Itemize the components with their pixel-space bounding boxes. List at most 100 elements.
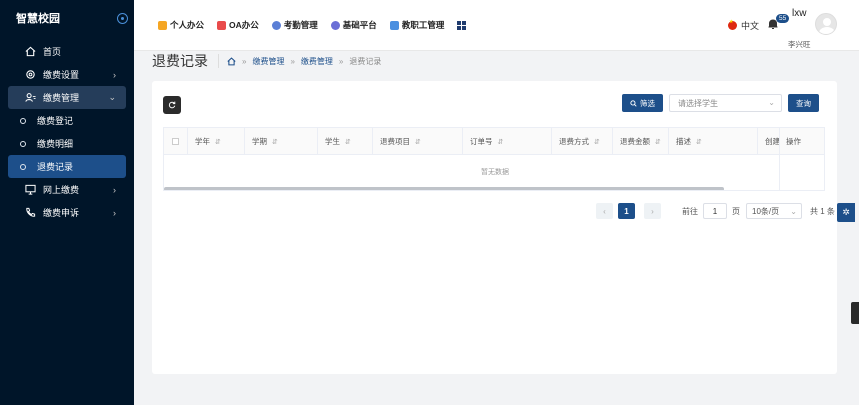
topnav-oa-office[interactable]: OA办公 bbox=[217, 19, 259, 31]
chevron-down-icon: ⌄ bbox=[790, 206, 797, 216]
user-real-name: 李兴旺 bbox=[788, 40, 811, 49]
chevron-down-icon: ⌄ bbox=[768, 98, 775, 107]
topnav-attendance[interactable]: 考勤管理 bbox=[271, 19, 318, 31]
page-unit-label: 页 bbox=[732, 206, 740, 216]
user-list-icon bbox=[24, 92, 36, 104]
sort-icon[interactable]: ⇵ bbox=[655, 138, 661, 146]
home-icon[interactable] bbox=[227, 56, 236, 66]
filter-button[interactable]: 筛选 bbox=[622, 94, 663, 112]
phone-icon bbox=[24, 207, 36, 219]
horizontal-scrollbar[interactable] bbox=[164, 187, 724, 190]
sidebar-subitem-label: 退费记录 bbox=[37, 162, 74, 172]
search-icon bbox=[630, 99, 637, 107]
page-title: 退费记录 bbox=[152, 53, 208, 69]
page-size-value: 10条/页 bbox=[752, 206, 780, 216]
monitor-icon bbox=[24, 184, 36, 196]
app-grid-icon[interactable] bbox=[457, 20, 467, 30]
breadcrumb-separator: » bbox=[338, 56, 344, 66]
sidebar-item-fee-settings[interactable]: 缴费设置 › bbox=[8, 63, 126, 86]
sidebar-item-fee-management[interactable]: 缴费管理 ⌄ bbox=[8, 86, 126, 109]
platform-icon bbox=[330, 20, 340, 30]
column-header-student[interactable]: 学生 ⇵ bbox=[318, 128, 373, 155]
select-all-checkbox-cell bbox=[164, 128, 188, 155]
refund-table: 学年 ⇵ 学期 ⇵ 学生 ⇵ 退费项目 ⇵ 订单号 ⇵ 退费方式 ⇵ 退费金额 ⇵ 描述 ⇵ bbox=[163, 127, 825, 191]
goto-page-input[interactable]: 1 bbox=[703, 203, 727, 219]
student-select-placeholder: 请选择学生 bbox=[678, 98, 718, 108]
column-header-refund-method[interactable]: 退费方式 ⇵ bbox=[552, 128, 613, 155]
topnav-label: 教职工管理 bbox=[401, 20, 445, 30]
side-drawer-handle[interactable] bbox=[851, 302, 859, 324]
breadcrumb-current: 退费记录 bbox=[349, 56, 382, 66]
avatar[interactable] bbox=[815, 13, 837, 35]
china-flag-icon bbox=[728, 19, 737, 30]
sidebar-item-label: 缴费管理 bbox=[43, 93, 80, 103]
sort-icon[interactable]: ⇵ bbox=[696, 138, 702, 146]
sidebar-item-online-payment[interactable]: 网上缴费 › bbox=[8, 178, 126, 201]
sort-icon[interactable]: ⇵ bbox=[345, 138, 351, 146]
sidebar-subitem-refund-records[interactable]: 退费记录 bbox=[8, 155, 126, 178]
chevron-down-icon: ⌄ bbox=[108, 92, 116, 102]
refresh-button[interactable] bbox=[163, 96, 181, 114]
topnav-label: 基础平台 bbox=[342, 20, 377, 30]
content-card: 筛选 请选择学生 ⌄ 查询 学年 ⇵ 学期 ⇵ 学生 ⇵ 退费项目 ⇵ 订单号 ⇵ bbox=[152, 81, 837, 374]
actions-column: 操作 bbox=[779, 128, 824, 190]
column-header-refund-item[interactable]: 退费项目 ⇵ bbox=[373, 128, 463, 155]
notification-badge: 55 bbox=[776, 14, 790, 23]
oa-icon bbox=[217, 20, 227, 30]
collapse-icon[interactable] bbox=[117, 12, 128, 24]
chevron-right-icon: › bbox=[113, 69, 116, 80]
chevron-right-icon: › bbox=[113, 207, 116, 218]
column-header-description[interactable]: 描述 ⇵ bbox=[669, 128, 758, 155]
page-size-select[interactable]: 10条/页 ⌄ bbox=[746, 203, 802, 219]
divider bbox=[218, 54, 219, 68]
column-header-refund-amount[interactable]: 退费金额 ⇵ bbox=[613, 128, 669, 155]
sort-icon[interactable]: ⇵ bbox=[415, 138, 421, 146]
bullet-icon bbox=[20, 163, 26, 170]
sidebar-subitem-fee-register[interactable]: 缴费登记 bbox=[8, 109, 126, 132]
settings-button[interactable]: ✲ bbox=[837, 203, 855, 222]
topnav-base-platform[interactable]: 基础平台 bbox=[330, 19, 377, 31]
chevron-right-icon: › bbox=[113, 184, 116, 195]
topbar: 个人办公 OA办公 考勤管理 基础平台 教职工管理 中文 55 lxw 李兴旺 bbox=[134, 0, 859, 51]
column-header-order-no[interactable]: 订单号 ⇵ bbox=[463, 128, 552, 155]
breadcrumb-separator: » bbox=[290, 56, 295, 66]
query-label: 查询 bbox=[796, 98, 811, 108]
page-number-button[interactable]: 1 bbox=[618, 203, 635, 219]
sort-icon[interactable]: ⇵ bbox=[594, 138, 600, 146]
sort-icon[interactable]: ⇵ bbox=[272, 138, 278, 146]
page-header: 退费记录 » 缴费管理 » 缴费管理 » 退费记录 bbox=[152, 52, 381, 70]
query-button[interactable]: 查询 bbox=[788, 94, 819, 112]
breadcrumb-link[interactable]: 缴费管理 bbox=[301, 56, 333, 67]
column-header-actions: 操作 bbox=[780, 128, 824, 155]
prev-page-button[interactable]: ‹ bbox=[596, 203, 613, 219]
sort-icon[interactable]: ⇵ bbox=[498, 138, 504, 146]
column-header-year[interactable]: 学年 ⇵ bbox=[188, 128, 245, 155]
sidebar-item-home[interactable]: 首页 bbox=[8, 40, 126, 63]
filter-label: 筛选 bbox=[640, 98, 655, 108]
home-icon bbox=[24, 46, 36, 58]
attendance-icon bbox=[271, 20, 281, 30]
topnav-staff-management[interactable]: 教职工管理 bbox=[389, 19, 445, 31]
gear-icon bbox=[24, 69, 36, 81]
select-all-checkbox[interactable] bbox=[172, 138, 179, 145]
sort-icon[interactable]: ⇵ bbox=[215, 138, 221, 146]
sidebar-subitem-label: 缴费明细 bbox=[37, 139, 74, 149]
sidebar-subitem-fee-details[interactable]: 缴费明细 bbox=[8, 132, 126, 155]
topnav-label: 个人办公 bbox=[170, 20, 205, 30]
top-navigation: 个人办公 OA办公 考勤管理 基础平台 教职工管理 bbox=[158, 19, 467, 31]
next-page-button[interactable]: › bbox=[644, 203, 661, 219]
sidebar-menu: 首页 缴费设置 › 缴费管理 ⌄ 缴费登记 缴费明细 退费记录 网上缴费 › 缴… bbox=[0, 40, 134, 224]
total-count: 共 1 条 bbox=[810, 206, 835, 216]
language-label: 中文 bbox=[741, 21, 760, 31]
topnav-label: OA办公 bbox=[229, 20, 259, 30]
language-switch[interactable]: 中文 bbox=[728, 19, 759, 32]
student-select[interactable]: 请选择学生 ⌄ bbox=[669, 94, 782, 112]
bullet-icon bbox=[20, 117, 26, 124]
column-header-term[interactable]: 学期 ⇵ bbox=[245, 128, 318, 155]
topnav-personal-office[interactable]: 个人办公 bbox=[158, 19, 204, 31]
sidebar-item-fee-appeal[interactable]: 缴费申诉 › bbox=[8, 201, 126, 224]
empty-placeholder: 暂无数据 bbox=[481, 168, 509, 176]
breadcrumb-separator: » bbox=[242, 56, 247, 66]
breadcrumb-link[interactable]: 缴费管理 bbox=[252, 56, 284, 67]
briefcase-icon bbox=[158, 20, 167, 30]
